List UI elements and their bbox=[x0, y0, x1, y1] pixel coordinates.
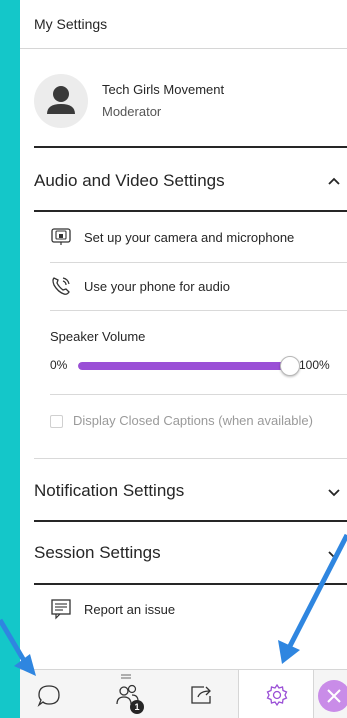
volume-min-label: 0% bbox=[50, 358, 68, 372]
close-panel-button[interactable] bbox=[318, 680, 347, 712]
attendees-count-badge: 1 bbox=[130, 700, 144, 714]
avatar bbox=[34, 74, 88, 128]
chat-icon bbox=[37, 685, 60, 707]
section-divider bbox=[34, 210, 347, 212]
settings-header: My Settings bbox=[20, 0, 347, 49]
profile-role: Moderator bbox=[102, 104, 162, 119]
profile-card: Tech Girls Movement Moderator bbox=[34, 74, 344, 128]
camera-setup-label: Set up your camera and microphone bbox=[84, 230, 295, 245]
row-divider bbox=[50, 394, 347, 395]
section-divider bbox=[34, 458, 347, 459]
camera-setup-row[interactable]: Set up your camera and microphone bbox=[50, 226, 347, 250]
phone-audio-row[interactable]: Use your phone for audio bbox=[50, 275, 347, 299]
report-issue-row[interactable]: Report an issue bbox=[50, 598, 347, 622]
share-content-icon bbox=[191, 686, 211, 704]
user-silhouette-icon bbox=[47, 86, 75, 114]
drag-handle-icon[interactable] bbox=[121, 674, 131, 680]
row-divider bbox=[50, 310, 347, 311]
chevron-down-icon[interactable] bbox=[327, 549, 341, 559]
gear-icon bbox=[266, 683, 288, 707]
closed-captions-checkbox[interactable] bbox=[50, 415, 63, 428]
settings-panel: My Settings Tech Girls Movement Moderato… bbox=[20, 0, 347, 718]
volume-max-label: 100% bbox=[299, 358, 330, 372]
speaker-volume-slider[interactable] bbox=[78, 362, 290, 370]
camera-mic-icon bbox=[51, 228, 71, 245]
notification-settings-title[interactable]: Notification Settings bbox=[34, 481, 184, 501]
closed-captions-option[interactable]: Display Closed Captions (when available) bbox=[50, 413, 347, 431]
section-divider bbox=[34, 583, 347, 585]
closed-captions-label: Display Closed Captions (when available) bbox=[73, 413, 313, 428]
speaker-volume-label: Speaker Volume bbox=[50, 329, 146, 344]
page-title: My Settings bbox=[34, 16, 108, 32]
tab-attendees[interactable]: 1 bbox=[82, 670, 174, 718]
tab-settings[interactable] bbox=[238, 670, 314, 718]
profile-name: Tech Girls Movement bbox=[102, 82, 225, 97]
chevron-up-icon[interactable] bbox=[327, 176, 341, 186]
volume-fill bbox=[78, 362, 290, 370]
phone-icon bbox=[52, 277, 70, 295]
section-divider bbox=[34, 146, 347, 148]
report-icon bbox=[51, 599, 71, 620]
report-issue-label: Report an issue bbox=[84, 602, 176, 617]
section-divider bbox=[34, 520, 347, 522]
phone-audio-label: Use your phone for audio bbox=[84, 279, 230, 294]
row-divider bbox=[50, 262, 347, 263]
tab-chat[interactable] bbox=[20, 670, 82, 718]
session-settings-title[interactable]: Session Settings bbox=[34, 543, 161, 563]
chevron-down-icon[interactable] bbox=[327, 487, 341, 497]
audio-video-section-title[interactable]: Audio and Video Settings bbox=[34, 171, 225, 191]
close-icon bbox=[327, 689, 341, 703]
collaborate-panel-tabs: 1 bbox=[20, 669, 347, 718]
volume-slider-thumb[interactable] bbox=[280, 356, 300, 376]
tab-share-content[interactable] bbox=[174, 670, 238, 718]
